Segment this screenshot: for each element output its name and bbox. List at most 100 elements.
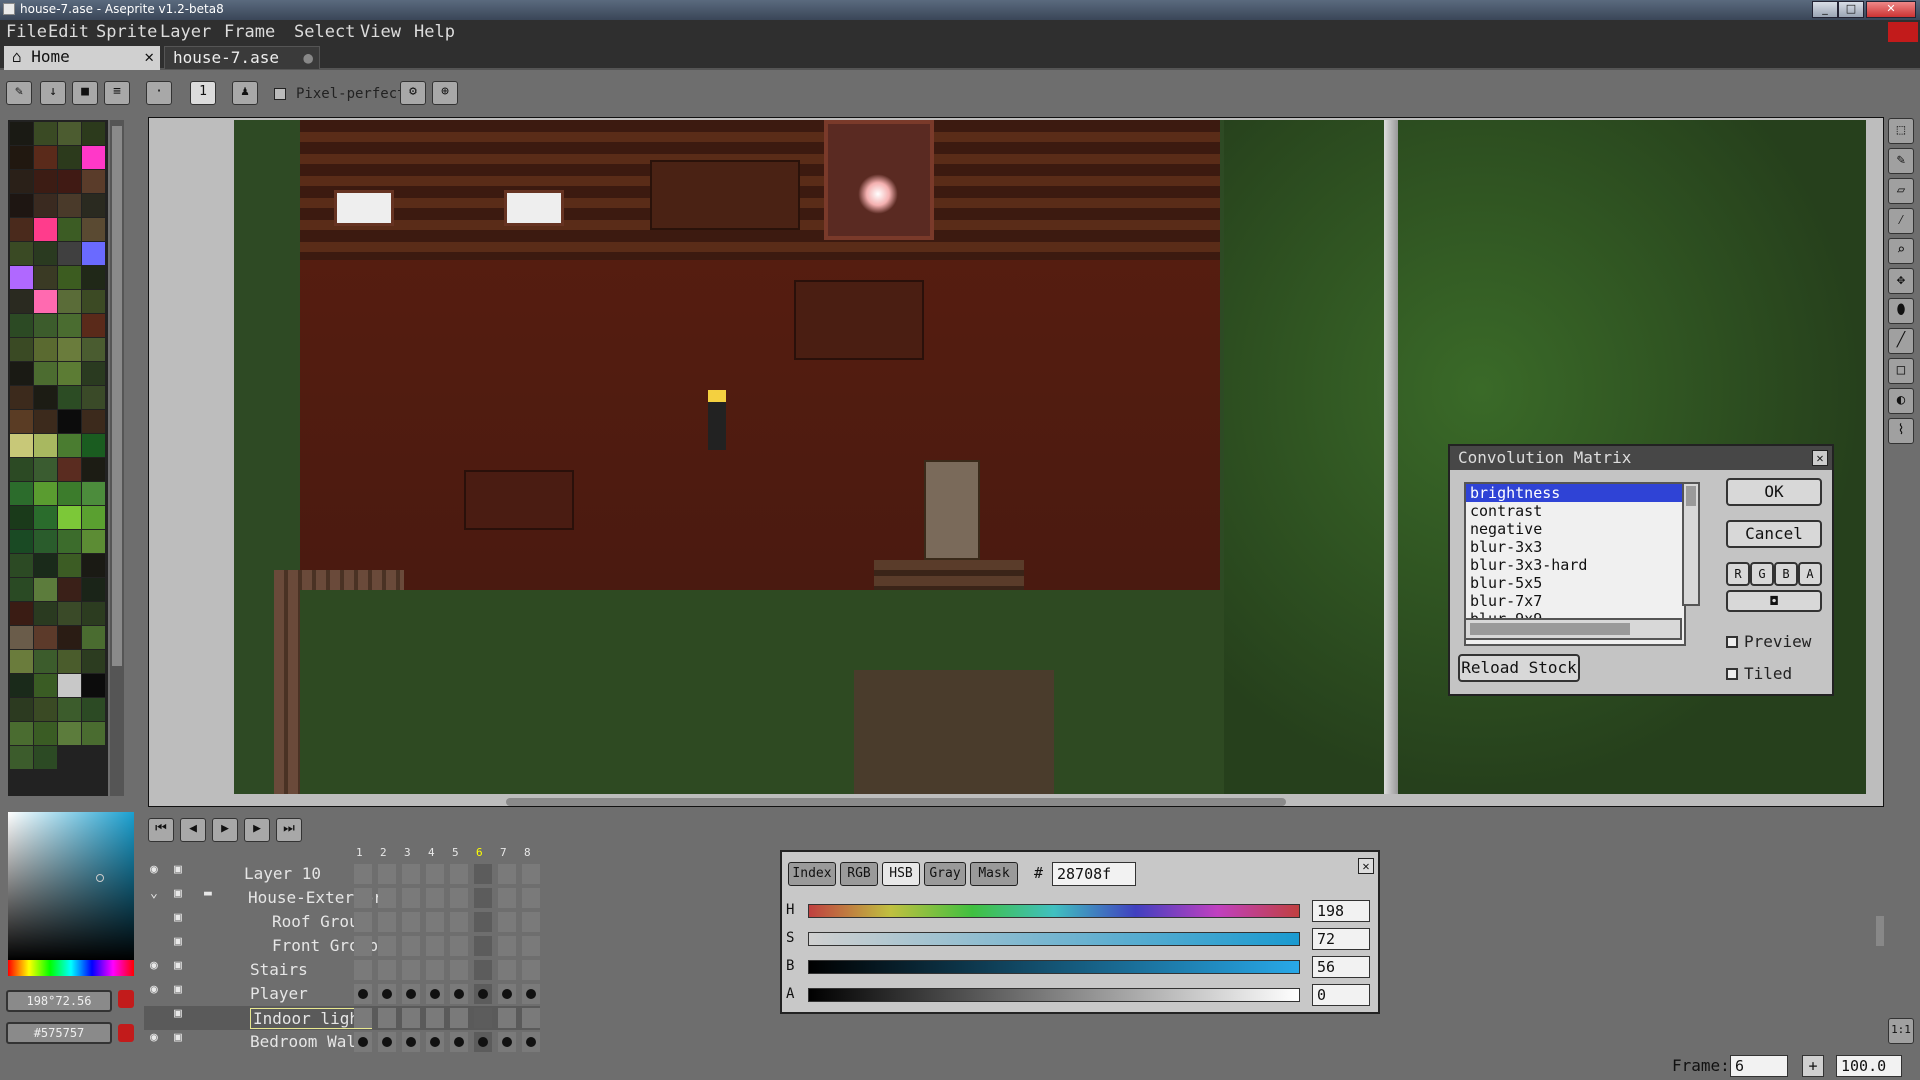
layer-name[interactable]: Layer 10 — [244, 864, 321, 883]
palette-swatch[interactable] — [82, 578, 105, 601]
tiled-checkbox[interactable] — [1726, 668, 1738, 680]
marquee-tool-icon[interactable]: ⬚ — [1888, 118, 1914, 144]
brush-dot-icon[interactable]: · — [146, 81, 172, 105]
frame-header[interactable]: 1 — [356, 846, 363, 859]
reload-stock-button[interactable]: Reload Stock — [1458, 654, 1580, 682]
timeline-cel[interactable] — [402, 1032, 420, 1052]
timeline-cel[interactable] — [426, 864, 444, 884]
palette-swatch[interactable] — [58, 362, 81, 385]
eraser-tool-icon[interactable]: ▱ — [1888, 178, 1914, 204]
timeline-cel[interactable] — [450, 936, 468, 956]
expand-icon[interactable]: ⌄ — [150, 886, 158, 901]
palette-swatch[interactable] — [58, 338, 81, 361]
frame-header[interactable]: 5 — [452, 846, 459, 859]
timeline-cel[interactable] — [450, 864, 468, 884]
palette-swatch[interactable] — [10, 386, 33, 409]
palette-swatch[interactable] — [82, 554, 105, 577]
palette-swatch[interactable] — [10, 338, 33, 361]
line-tool-icon[interactable]: ╱ — [1888, 328, 1914, 354]
palette-swatch[interactable] — [10, 170, 33, 193]
palette-swatch[interactable] — [10, 602, 33, 625]
brightness-value[interactable]: 56 — [1312, 956, 1370, 978]
palette-swatch[interactable] — [58, 698, 81, 721]
tab-home[interactable]: ⌂ Home ✕ — [4, 46, 160, 70]
tab-home-close-icon[interactable]: ✕ — [144, 46, 154, 68]
palette-swatch[interactable] — [10, 578, 33, 601]
palette-swatch[interactable] — [34, 626, 57, 649]
frame-input[interactable]: 6 — [1730, 1055, 1788, 1077]
palette-swatch[interactable] — [82, 458, 105, 481]
palette-swatch[interactable] — [58, 674, 81, 697]
channel-r-toggle[interactable]: R — [1726, 562, 1750, 586]
minimize-button[interactable]: _ — [1812, 1, 1838, 18]
panel-close-icon[interactable]: ✕ — [1358, 858, 1374, 874]
palette-swatch[interactable] — [82, 626, 105, 649]
timeline-cel[interactable] — [354, 960, 372, 980]
palette-swatch[interactable] — [82, 242, 105, 265]
lock-icon[interactable]: ▣ — [174, 982, 182, 997]
palette-swatch[interactable] — [58, 314, 81, 337]
palette-swatch[interactable] — [10, 362, 33, 385]
timeline-cel[interactable] — [474, 888, 492, 908]
timeline-cel[interactable] — [498, 888, 516, 908]
timeline-cel[interactable] — [522, 960, 540, 980]
play-icon[interactable]: ▶ — [212, 818, 238, 842]
layer-name[interactable]: Stairs — [250, 960, 308, 979]
timeline-cel[interactable] — [378, 1032, 396, 1052]
timeline-cel[interactable] — [498, 864, 516, 884]
palette-swatch[interactable] — [58, 458, 81, 481]
channel-b-toggle[interactable]: B — [1774, 562, 1798, 586]
frame-header[interactable]: 3 — [404, 846, 411, 859]
palette-swatch[interactable] — [82, 146, 105, 169]
palette-swatch[interactable] — [10, 290, 33, 313]
frame-header[interactable]: 8 — [524, 846, 531, 859]
timeline-cel[interactable] — [474, 1008, 492, 1028]
timeline-cel[interactable] — [402, 960, 420, 980]
lock-icon[interactable]: ▣ — [174, 1030, 182, 1045]
matrix-item[interactable]: blur-7x7 — [1466, 592, 1684, 610]
palette-swatch[interactable] — [34, 530, 57, 553]
next-frame-icon[interactable]: ▶ — [244, 818, 270, 842]
timeline-cel[interactable] — [354, 984, 372, 1004]
timeline-cel[interactable] — [426, 888, 444, 908]
palette-swatch[interactable] — [58, 410, 81, 433]
tab-mask[interactable]: Mask — [970, 862, 1018, 886]
saturation-slider[interactable] — [808, 932, 1300, 946]
timeline-cel[interactable] — [450, 984, 468, 1004]
brush-square-icon[interactable]: ■ — [72, 81, 98, 105]
palette-swatch[interactable] — [10, 434, 33, 457]
palette-swatch[interactable] — [10, 698, 33, 721]
close-window-button[interactable]: ✕ — [1866, 1, 1916, 18]
brush-type-icon[interactable]: ✎ — [6, 81, 32, 105]
pencil-tool-icon[interactable]: ✎ — [1888, 148, 1914, 174]
timeline-cel[interactable] — [378, 888, 396, 908]
timeline-cel[interactable] — [354, 888, 372, 908]
palette-swatch[interactable] — [82, 194, 105, 217]
palette-swatch[interactable] — [58, 122, 81, 145]
timeline-cel[interactable] — [498, 960, 516, 980]
palette-swatch[interactable] — [10, 746, 33, 769]
palette-swatch[interactable] — [34, 458, 57, 481]
timeline-cel[interactable] — [474, 936, 492, 956]
timeline-cel[interactable] — [522, 864, 540, 884]
panel-v-scrollbar[interactable] — [1876, 916, 1884, 946]
menu-file[interactable]: File — [6, 22, 47, 42]
fg-warning-icon[interactable] — [118, 990, 134, 1008]
palette-swatch[interactable] — [10, 410, 33, 433]
blur-tool-icon[interactable]: ⌇ — [1888, 418, 1914, 444]
ink-icon[interactable]: ♟ — [232, 81, 258, 105]
menu-frame[interactable]: Frame — [224, 22, 275, 42]
timeline-cel[interactable] — [450, 1008, 468, 1028]
timeline-cel[interactable] — [426, 936, 444, 956]
palette-swatch[interactable] — [58, 146, 81, 169]
list-h-scrollbar[interactable] — [1464, 618, 1682, 640]
prev-frame-icon[interactable]: ◀ — [180, 818, 206, 842]
palette-swatch[interactable] — [34, 698, 57, 721]
palette-swatch[interactable] — [34, 314, 57, 337]
hex-input[interactable]: 28708f — [1052, 862, 1136, 886]
palette-swatch[interactable] — [82, 722, 105, 745]
timeline-cel[interactable] — [498, 936, 516, 956]
timeline-cel[interactable] — [354, 864, 372, 884]
palette-swatch[interactable] — [82, 386, 105, 409]
add-frame-button[interactable]: + — [1802, 1055, 1824, 1077]
